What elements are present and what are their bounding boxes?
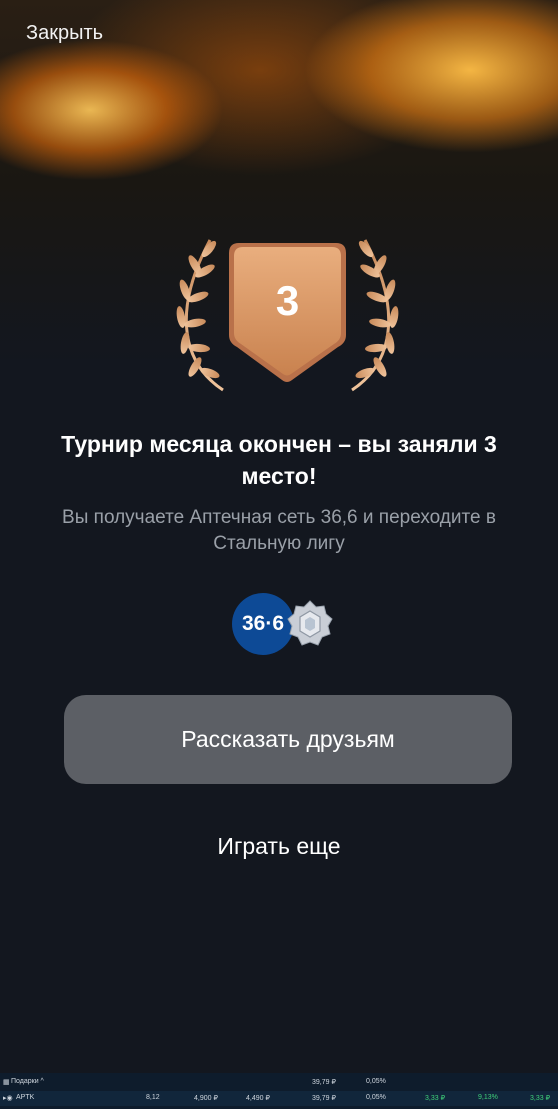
- ticker-icon: ▸◉: [3, 1095, 13, 1102]
- close-button[interactable]: Закрыть: [26, 22, 103, 45]
- ticker-value: 9,13%: [478, 1094, 498, 1101]
- gift-icon: ▦: [3, 1079, 10, 1086]
- taskbar-price: 39,79 ₽: [312, 1079, 336, 1086]
- prize-icons: 36·6: [232, 593, 338, 657]
- ticker-value: 8,12: [146, 1094, 160, 1101]
- steel-league-badge-icon: [287, 600, 333, 646]
- result-title: Турнир месяца окончен – вы заняли 3 мест…: [61, 431, 497, 489]
- ticker-value: 4,900 ₽: [194, 1095, 218, 1102]
- ticker-symbol: APTK: [16, 1094, 35, 1101]
- taskbar-row-gifts[interactable]: ▦ Подарки ^ 39,79 ₽ 0,05%: [0, 1075, 558, 1090]
- place-badge: 3: [165, 235, 410, 395]
- share-with-friends-button[interactable]: Рассказать друзьям: [64, 695, 512, 784]
- taskbar-row-ticker[interactable]: ▸◉ APTK 8,12 4,900 ₽ 4,490 ₽ 39,79 ₽ 0,0…: [0, 1091, 558, 1106]
- partner-logo-text: 36·6: [241, 612, 285, 635]
- ticker-value: 39,79 ₽: [312, 1095, 336, 1102]
- partner-logo: 36·6: [232, 593, 294, 655]
- taskbar: ▦ Подарки ^ 39,79 ₽ 0,05% ▸◉ APTK 8,12 4…: [0, 1073, 558, 1109]
- ticker-value: 4,490 ₽: [246, 1095, 270, 1102]
- ticker-value: 3,33 ₽: [530, 1095, 551, 1102]
- taskbar-label: Подарки ^: [11, 1078, 44, 1085]
- taskbar-change: 0,05%: [366, 1078, 386, 1085]
- ticker-value: 0,05%: [366, 1094, 386, 1101]
- place-number: 3: [275, 277, 300, 324]
- play-again-button[interactable]: Играть еще: [160, 828, 398, 864]
- result-subtitle: Вы получаете Аптечная сеть 36,6 и перехо…: [62, 507, 496, 554]
- ticker-value: 3,33 ₽: [425, 1095, 446, 1102]
